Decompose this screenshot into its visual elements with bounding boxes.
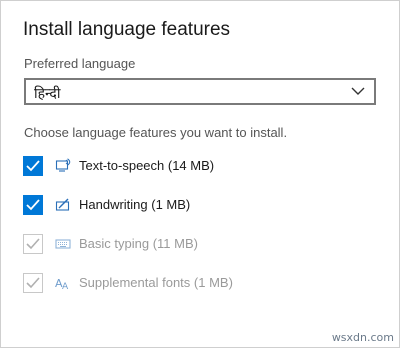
text-to-speech-checkbox[interactable] bbox=[23, 156, 43, 176]
selected-language-value: हिन्दी bbox=[34, 86, 61, 102]
checkmark-icon bbox=[26, 199, 40, 211]
preferred-language-label: Preferred language bbox=[24, 56, 136, 71]
fonts-icon: A A bbox=[55, 277, 69, 291]
basic-typing-label: Basic typing (11 MB) bbox=[79, 236, 198, 251]
option-handwriting[interactable]: Handwriting (1 MB) bbox=[23, 195, 383, 217]
handwriting-icon bbox=[55, 198, 70, 211]
chevron-down-icon bbox=[351, 87, 365, 95]
text-to-speech-label: Text-to-speech (14 MB) bbox=[79, 158, 215, 173]
keyboard-icon bbox=[55, 239, 71, 249]
preferred-language-select[interactable]: हिन्दी bbox=[24, 78, 376, 105]
install-language-features-dialog: Install language features Preferred lang… bbox=[0, 0, 400, 348]
supplemental-fonts-checkbox bbox=[23, 273, 43, 293]
checkmark-icon bbox=[26, 277, 40, 289]
handwriting-checkbox[interactable] bbox=[23, 195, 43, 215]
option-basic-typing: Basic typing (11 MB) bbox=[23, 234, 383, 256]
dialog-title: Install language features bbox=[23, 19, 231, 40]
checkmark-icon bbox=[26, 160, 40, 172]
svg-text:A: A bbox=[62, 282, 69, 291]
choose-features-label: Choose language features you want to ins… bbox=[24, 125, 288, 140]
speech-icon bbox=[55, 158, 71, 172]
supplemental-fonts-label: Supplemental fonts (1 MB) bbox=[79, 275, 233, 290]
option-supplemental-fonts: A A Supplemental fonts (1 MB) bbox=[23, 273, 383, 295]
handwriting-label: Handwriting (1 MB) bbox=[79, 197, 191, 212]
option-text-to-speech[interactable]: Text-to-speech (14 MB) bbox=[23, 156, 383, 178]
watermark-text: wsxdn.com bbox=[331, 331, 394, 344]
checkmark-icon bbox=[26, 238, 40, 250]
basic-typing-checkbox bbox=[23, 234, 43, 254]
